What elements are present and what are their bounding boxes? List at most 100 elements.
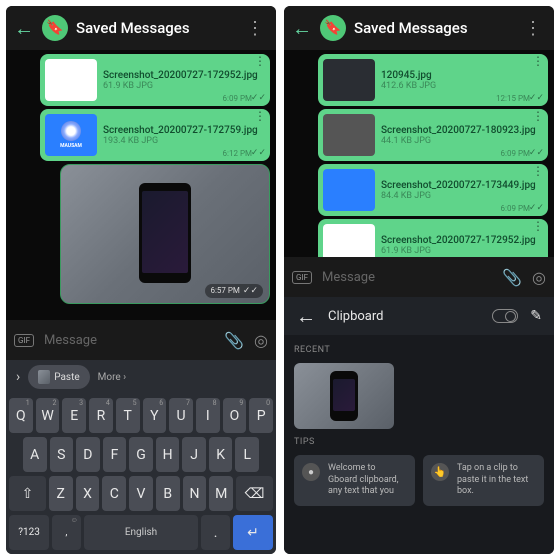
paste-thumb-icon	[38, 370, 50, 384]
read-icon: ✓✓	[251, 93, 266, 103]
more-icon[interactable]: ⋮	[242, 18, 268, 39]
chat-area[interactable]: 120945.jpg412.6 KB JPG⋮12:15 PM✓✓Screens…	[284, 50, 554, 257]
key-y[interactable]: Y6	[143, 398, 167, 433]
msg-menu-icon[interactable]: ⋮	[532, 170, 544, 174]
read-icon: ✓✓	[529, 203, 544, 213]
clipboard-header: ← Clipboard ✎	[284, 297, 554, 335]
symbols-key[interactable]: ?123	[9, 515, 49, 550]
key-k[interactable]: K	[209, 437, 233, 472]
info-icon: ●	[302, 463, 320, 481]
key-q[interactable]: Q1	[9, 398, 33, 433]
file-message[interactable]: Screenshot_20200727-172952.jpg61.9 KB JP…	[40, 54, 270, 106]
tip-card[interactable]: 👆Tap on a clip to paste it in the text b…	[423, 455, 544, 506]
clipboard-body: RECENT TIPS ●Welcome to Gboard clipboard…	[284, 335, 554, 554]
file-thumb	[45, 59, 97, 101]
tip-card[interactable]: ●Welcome to Gboard clipboard, any text t…	[294, 455, 415, 506]
shift-key[interactable]: ⇧	[9, 476, 46, 511]
read-icon: ✓✓	[529, 148, 544, 158]
key-e[interactable]: E3	[62, 398, 86, 433]
saved-bookmark-icon[interactable]: 🔖	[320, 15, 346, 41]
period-key[interactable]: .	[201, 515, 230, 550]
key-b[interactable]: B	[156, 476, 180, 511]
attach-icon[interactable]: 📎	[502, 268, 522, 287]
key-t[interactable]: T5	[116, 398, 140, 433]
msg-menu-icon[interactable]: ⋮	[254, 115, 266, 119]
read-icon: ✓✓	[251, 148, 266, 158]
message-input-bar: GIF Message 📎 ◎	[6, 320, 276, 360]
camera-icon[interactable]: ◎	[532, 268, 546, 287]
file-message[interactable]: 120945.jpg412.6 KB JPG⋮12:15 PM✓✓	[318, 54, 548, 106]
file-thumb	[323, 169, 375, 211]
chat-area[interactable]: Screenshot_20200727-172952.jpg61.9 KB JP…	[6, 50, 276, 320]
chat-title: Saved Messages	[76, 19, 234, 37]
key-m[interactable]: M	[209, 476, 233, 511]
section-label: RECENT	[294, 345, 544, 355]
section-label: TIPS	[294, 437, 544, 447]
app-header: ← 🔖 Saved Messages ⋮	[284, 6, 554, 50]
key-l[interactable]: L	[235, 437, 259, 472]
key-d[interactable]: D	[76, 437, 100, 472]
file-message[interactable]: MAUSAM Screenshot_20200727-172759.jpg193…	[40, 109, 270, 161]
gif-icon[interactable]: GIF	[14, 334, 34, 347]
right-phone: ← 🔖 Saved Messages ⋮ 120945.jpg412.6 KB …	[284, 6, 554, 554]
attach-icon[interactable]: 📎	[224, 331, 244, 350]
chat-title: Saved Messages	[354, 19, 512, 37]
key-x[interactable]: X	[76, 476, 100, 511]
key-z[interactable]: Z	[49, 476, 73, 511]
message-input[interactable]: Message	[44, 333, 214, 348]
file-thumb	[323, 59, 375, 101]
key-o[interactable]: O9	[223, 398, 247, 433]
key-g[interactable]: G	[129, 437, 153, 472]
app-header: ← 🔖 Saved Messages ⋮	[6, 6, 276, 50]
back-icon[interactable]: ←	[296, 304, 316, 329]
file-message[interactable]: Screenshot_20200727-172952.jpg61.9 KB JP…	[318, 219, 548, 257]
backspace-key[interactable]: ⌫	[236, 476, 273, 511]
message-input[interactable]: Message	[322, 270, 492, 285]
comma-key[interactable]: ,☺	[52, 515, 81, 550]
key-c[interactable]: C	[102, 476, 126, 511]
key-h[interactable]: H	[156, 437, 180, 472]
file-thumb	[323, 224, 375, 257]
photo-message[interactable]: 6:57 PM✓✓	[60, 164, 270, 304]
enter-key[interactable]: ↵	[233, 515, 273, 550]
key-u[interactable]: U7	[169, 398, 193, 433]
back-icon[interactable]: ←	[14, 16, 34, 41]
more-icon[interactable]: ⋮	[520, 18, 546, 39]
camera-icon[interactable]: ◎	[254, 331, 268, 350]
key-i[interactable]: I8	[196, 398, 220, 433]
key-f[interactable]: F	[103, 437, 127, 472]
clipboard-item[interactable]	[294, 363, 394, 429]
key-w[interactable]: W2	[36, 398, 60, 433]
edit-icon[interactable]: ✎	[530, 308, 542, 324]
left-phone: ← 🔖 Saved Messages ⋮ Screenshot_20200727…	[6, 6, 276, 554]
msg-menu-icon[interactable]: ⋮	[532, 225, 544, 229]
back-icon[interactable]: ←	[292, 16, 312, 41]
key-s[interactable]: S	[50, 437, 74, 472]
file-message[interactable]: Screenshot_20200727-173449.jpg84.4 KB JP…	[318, 164, 548, 216]
key-r[interactable]: R4	[89, 398, 113, 433]
clipboard-toggle[interactable]	[492, 309, 518, 323]
more-suggestions[interactable]: More ›	[98, 372, 127, 383]
clipboard-title: Clipboard	[328, 309, 480, 324]
msg-menu-icon[interactable]: ⋮	[532, 115, 544, 119]
key-j[interactable]: J	[182, 437, 206, 472]
read-icon: ✓✓	[243, 286, 258, 296]
message-input-bar: GIF Message 📎 ◎	[284, 257, 554, 297]
saved-bookmark-icon[interactable]: 🔖	[42, 15, 68, 41]
space-key[interactable]: English	[84, 515, 199, 550]
file-thumb: MAUSAM	[45, 114, 97, 156]
key-a[interactable]: A	[23, 437, 47, 472]
msg-menu-icon[interactable]: ⋮	[254, 60, 266, 64]
paste-button[interactable]: Paste	[28, 365, 89, 389]
key-v[interactable]: V	[129, 476, 153, 511]
key-n[interactable]: N	[183, 476, 207, 511]
file-thumb	[323, 114, 375, 156]
file-message[interactable]: Screenshot_20200727-180923.jpg44.1 KB JP…	[318, 109, 548, 161]
gif-icon[interactable]: GIF	[292, 271, 312, 284]
key-p[interactable]: P0	[249, 398, 273, 433]
msg-menu-icon[interactable]: ⋮	[532, 60, 544, 64]
keyboard: Q1W2E3R4T5Y6U7I8O9P0 ASDFGHJKL ⇧ZXCVBNM⌫…	[6, 394, 276, 554]
read-icon: ✓✓	[529, 93, 544, 103]
chevron-right-icon[interactable]: ›	[16, 369, 20, 385]
tap-icon: 👆	[431, 463, 449, 481]
